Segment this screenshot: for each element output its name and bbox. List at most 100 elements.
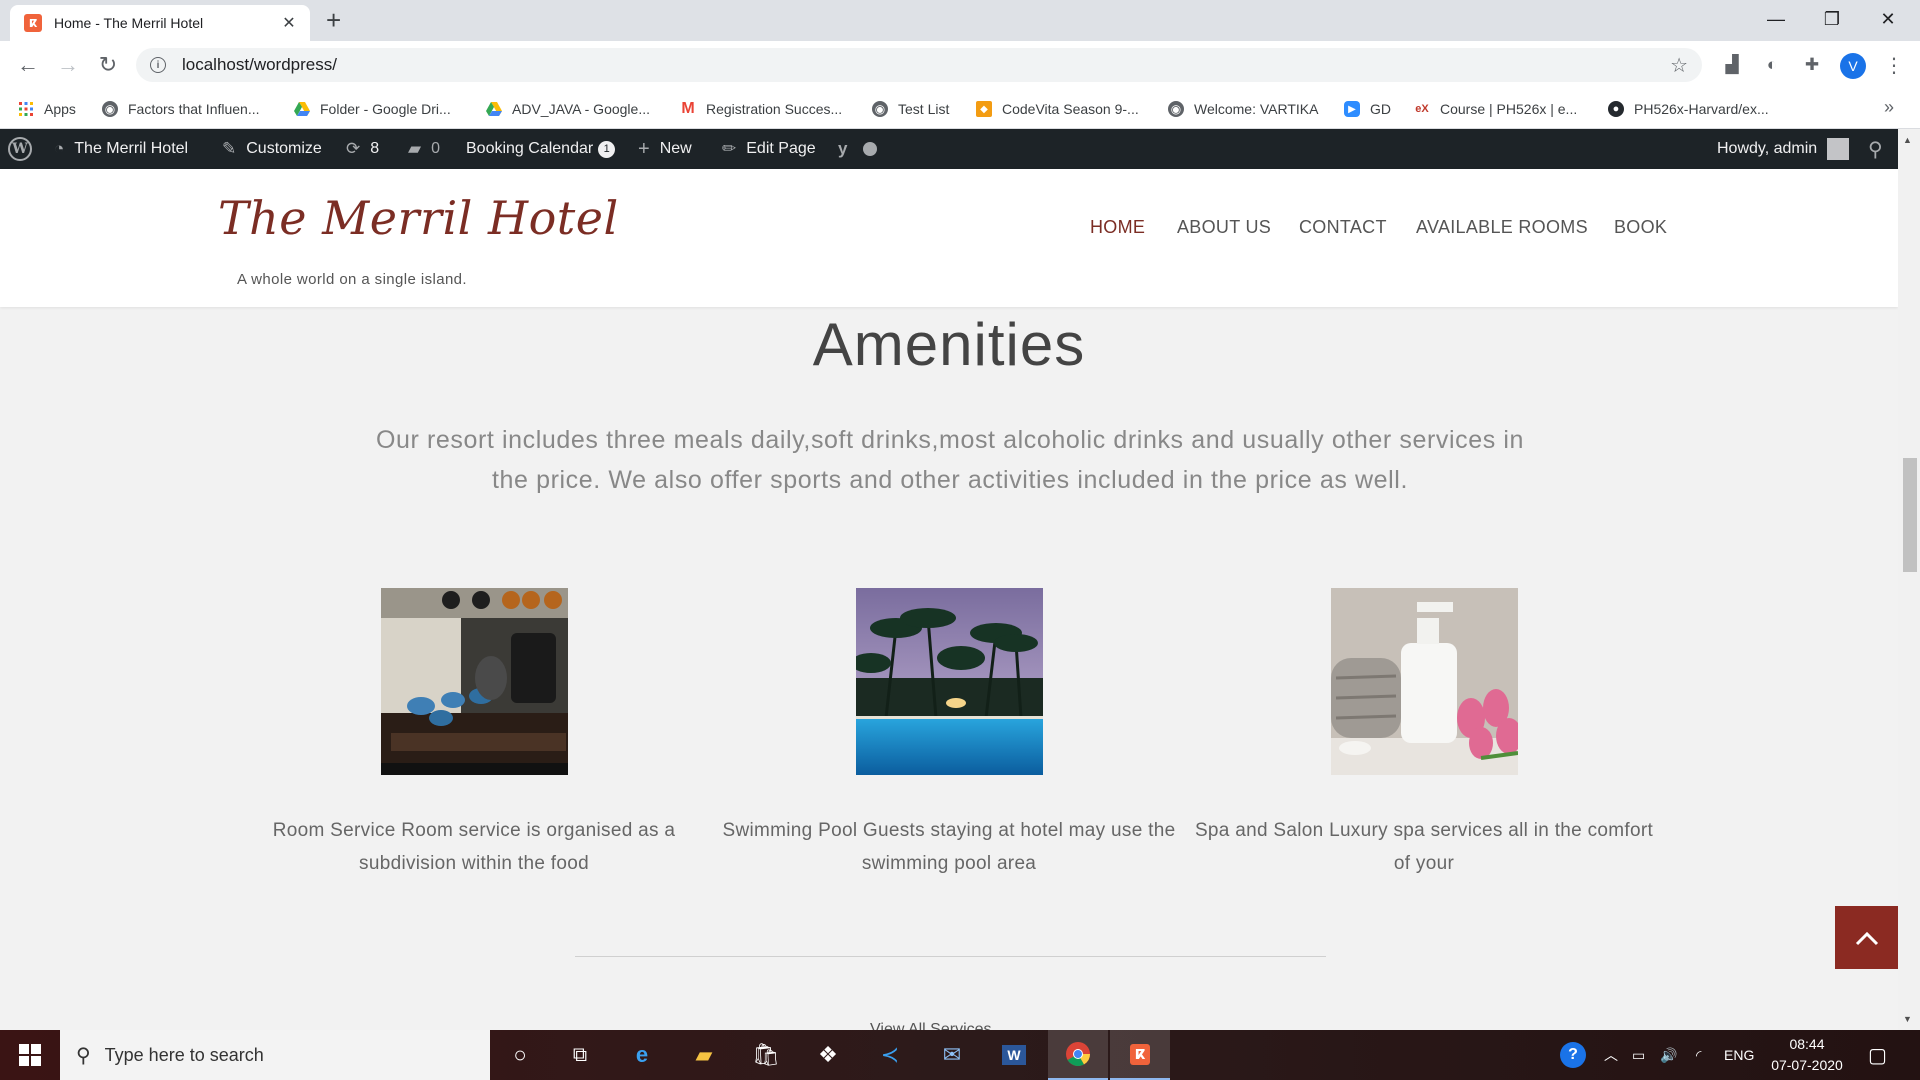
- forward-icon[interactable]: →: [54, 51, 82, 79]
- extension-circle-icon[interactable]: ◐: [1760, 53, 1784, 77]
- help-icon[interactable]: ?: [1560, 1030, 1586, 1080]
- adminbar-site-name[interactable]: ◔ The Merril Hotel: [54, 129, 188, 169]
- close-window-icon[interactable]: ✕: [1860, 4, 1916, 34]
- tray-chevron-up-icon[interactable]: ︿: [1604, 1030, 1618, 1080]
- adminbar-yoast[interactable]: y: [838, 129, 878, 169]
- url-text[interactable]: localhost/wordpress/: [182, 55, 1670, 75]
- adminbar-my-account[interactable]: Howdy, admin: [1717, 129, 1850, 169]
- bookmark-label: Apps: [44, 101, 76, 117]
- xampp-icon[interactable]: ⴽ: [1110, 1030, 1170, 1080]
- globe-icon: ◉: [1168, 101, 1184, 117]
- browser-toolbar: ← → ↻ i localhost/wordpress/ ☆ ▟ ◐ ✚ V ⋮: [0, 41, 1920, 89]
- tab-close-icon[interactable]: ✕: [280, 13, 298, 33]
- cortana-icon[interactable]: ○: [490, 1030, 550, 1080]
- reload-icon[interactable]: ↻: [94, 51, 122, 79]
- battery-icon[interactable]: ▭: [1632, 1030, 1645, 1080]
- edit-page-label: Edit Page: [746, 140, 816, 157]
- bookmark-item[interactable]: ◉ Test List: [872, 89, 949, 129]
- nav-about-us[interactable]: ABOUT US: [1177, 217, 1271, 238]
- nav-contact[interactable]: CONTACT: [1299, 217, 1387, 238]
- nav-home[interactable]: HOME: [1090, 217, 1145, 238]
- scroll-down-arrow-icon[interactable]: ▼: [1903, 1014, 1912, 1024]
- bookmark-star-icon[interactable]: ☆: [1670, 53, 1688, 78]
- customize-label: Customize: [246, 140, 322, 157]
- page-scrollbar[interactable]: [1898, 129, 1920, 1030]
- browser-tab[interactable]: ⴽ Home - The Merril Hotel ✕: [10, 5, 310, 41]
- dropbox-icon[interactable]: ❖: [798, 1030, 858, 1080]
- start-button[interactable]: [0, 1030, 60, 1080]
- vscode-icon[interactable]: ≺: [860, 1030, 920, 1080]
- adminbar-comments[interactable]: ▰ 0: [408, 129, 440, 169]
- nav-book[interactable]: BOOK: [1614, 217, 1667, 238]
- new-tab-button[interactable]: +: [326, 7, 341, 33]
- bookmark-label: Factors that Influen...: [128, 101, 260, 117]
- windows-logo-icon: [19, 1044, 41, 1066]
- notifications-icon[interactable]: ▢: [1868, 1030, 1887, 1080]
- bookmark-item[interactable]: ● PH526x-Harvard/ex...: [1608, 89, 1769, 129]
- nav-available-rooms[interactable]: AVAILABLE ROOMS: [1416, 217, 1588, 238]
- back-icon[interactable]: ←: [14, 51, 42, 79]
- bookmark-item[interactable]: ADV_JAVA - Google...: [486, 89, 650, 129]
- swimming-pool-caption: Swimming Pool Guests staying at hotel ma…: [722, 820, 1176, 874]
- edge-browser-icon[interactable]: e: [612, 1030, 672, 1080]
- more-bookmarks-icon[interactable]: »: [1884, 97, 1894, 118]
- microsoft-store-icon[interactable]: 🛍: [736, 1030, 796, 1080]
- site-info-icon[interactable]: i: [150, 57, 166, 73]
- adminbar-booking-calendar[interactable]: Booking Calendar 1: [466, 129, 616, 169]
- room-service-caption: Room Service Room service is organised a…: [272, 820, 676, 874]
- bookmark-label: GD: [1370, 101, 1391, 117]
- updates-refresh-icon: ⟳: [346, 139, 361, 158]
- restore-icon[interactable]: ❐: [1804, 4, 1860, 34]
- mail-icon[interactable]: ✉: [922, 1030, 982, 1080]
- task-view-icon[interactable]: ⧉: [550, 1030, 610, 1080]
- xampp-favicon-icon: ⴽ: [24, 14, 42, 32]
- bookmark-item[interactable]: ◉ Factors that Influen...: [102, 89, 260, 129]
- bookmark-label: Course | PH526x | e...: [1440, 101, 1578, 117]
- adminbar-new[interactable]: + New: [638, 129, 692, 169]
- word-icon[interactable]: W: [984, 1030, 1044, 1080]
- scrollbar-thumb[interactable]: [1903, 458, 1917, 572]
- bookmark-item[interactable]: eX Course | PH526x | e...: [1414, 89, 1577, 129]
- file-explorer-icon[interactable]: ▰: [674, 1030, 734, 1080]
- bookmark-item[interactable]: ▶ GD: [1344, 89, 1391, 129]
- extension-chart-icon[interactable]: ▟: [1720, 53, 1744, 77]
- wifi-icon[interactable]: ◜: [1696, 1030, 1701, 1080]
- taskbar-search-placeholder: Type here to search: [104, 1044, 264, 1065]
- google-drive-icon: [294, 101, 310, 117]
- adminbar-customize[interactable]: ✎ Customize: [222, 129, 322, 169]
- bookmark-label: PH526x-Harvard/ex...: [1634, 101, 1769, 117]
- spa-salon-caption: Spa and Salon Luxury spa services all in…: [1194, 820, 1654, 874]
- profile-avatar[interactable]: V: [1840, 53, 1866, 79]
- minimize-icon[interactable]: —: [1748, 4, 1804, 34]
- clock-date: 07-07-2020: [1771, 1057, 1843, 1073]
- bookmark-item[interactable]: Folder - Google Dri...: [294, 89, 451, 129]
- bookmark-label: Welcome: VARTIKA: [1194, 101, 1319, 117]
- bookmark-item[interactable]: M Registration Succes...: [680, 89, 842, 129]
- browser-tab-strip: ⴽ Home - The Merril Hotel ✕ + — ❐ ✕: [0, 0, 1920, 41]
- chrome-icon[interactable]: [1048, 1030, 1108, 1080]
- adminbar-search[interactable]: ⚲: [1868, 129, 1883, 169]
- howdy-label: Howdy, admin: [1717, 140, 1818, 157]
- extensions-puzzle-icon[interactable]: ✚: [1800, 53, 1824, 77]
- address-bar[interactable]: i localhost/wordpress/ ☆: [136, 48, 1702, 82]
- room-service-image: [381, 588, 568, 775]
- language-indicator[interactable]: ENG: [1724, 1030, 1754, 1080]
- bookmark-item[interactable]: ◉ Welcome: VARTIKA: [1168, 89, 1318, 129]
- browser-menu-icon[interactable]: ⋮: [1884, 53, 1904, 78]
- user-avatar: [1827, 138, 1850, 160]
- taskbar-clock[interactable]: 08:44 07-07-2020: [1762, 1034, 1852, 1076]
- edx-icon: eX: [1415, 103, 1429, 115]
- wp-logo-menu[interactable]: W: [8, 129, 32, 169]
- scroll-up-arrow-icon[interactable]: ▲: [1903, 135, 1912, 145]
- taskbar-search-box[interactable]: ⚲ Type here to search: [60, 1030, 490, 1080]
- adminbar-updates[interactable]: ⟳ 8: [346, 129, 379, 169]
- bookmarks-bar: Apps ◉ Factors that Influen... Folder - …: [0, 89, 1920, 129]
- wp-admin-bar: W ◔ The Merril Hotel ✎ Customize ⟳ 8 ▰ 0…: [0, 129, 1920, 169]
- site-title[interactable]: The Merril Hotel: [218, 191, 619, 245]
- bookmark-apps[interactable]: Apps: [18, 89, 76, 129]
- scroll-to-top-button[interactable]: [1835, 906, 1899, 969]
- new-label: New: [659, 140, 692, 157]
- adminbar-edit-page[interactable]: ✏ Edit Page: [722, 129, 816, 169]
- bookmark-item[interactable]: ◆ CodeVita Season 9-...: [976, 89, 1139, 129]
- volume-icon[interactable]: 🔊: [1660, 1030, 1677, 1080]
